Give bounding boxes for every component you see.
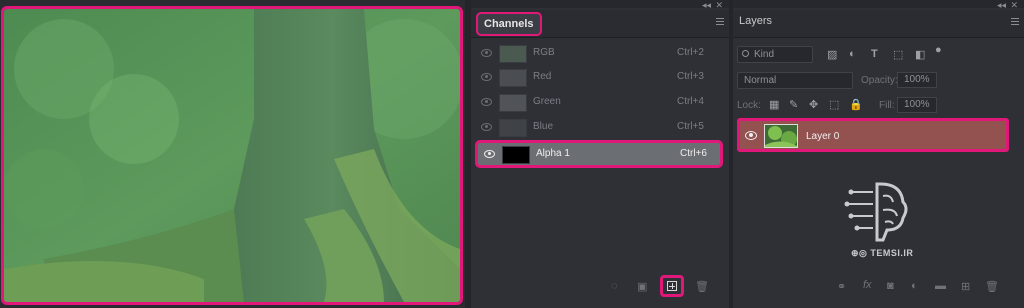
channel-row-alpha-1[interactable]: Alpha 1 Ctrl+6 — [475, 140, 723, 168]
layer-thumbnail — [764, 124, 798, 148]
layer-row-layer-0[interactable]: Layer 0 — [737, 118, 1009, 152]
panel-top-strip — [733, 0, 1024, 8]
channel-shortcut: Ctrl+4 — [677, 96, 704, 107]
channel-row-blue[interactable]: Blue Ctrl+5 — [475, 116, 723, 140]
channel-shortcut: Ctrl+6 — [680, 148, 707, 159]
channel-row-rgb[interactable]: RGB Ctrl+2 — [475, 42, 723, 66]
channel-name: Red — [533, 71, 552, 82]
channel-thumbnail — [499, 69, 527, 87]
filter-toggle-icon[interactable]: ● — [935, 44, 942, 56]
channel-name: Alpha 1 — [536, 148, 570, 159]
delete-channel-icon[interactable]: 🗑 — [695, 280, 709, 293]
channel-row-green[interactable]: Green Ctrl+4 — [475, 91, 723, 115]
tab-channels[interactable]: Channels — [476, 12, 542, 36]
lock-transparent-icon[interactable]: ▦ — [769, 98, 779, 111]
channel-shortcut: Ctrl+3 — [677, 71, 704, 82]
delete-icon[interactable]: 🗑 — [985, 280, 999, 293]
new-layer-icon[interactable]: ⊞ — [961, 280, 970, 293]
watermark-text: ⊕◎ TEMSI.IR — [851, 248, 914, 258]
smart-object-filter-icon[interactable]: ◧ — [915, 48, 925, 61]
lock-artboard-icon[interactable]: ⬚ — [829, 98, 839, 111]
channel-thumbnail — [499, 119, 527, 137]
channel-shortcut: Ctrl+2 — [677, 47, 704, 58]
lock-all-icon[interactable]: 🔒 — [849, 98, 863, 111]
channel-row-red[interactable]: Red Ctrl+3 — [475, 66, 723, 90]
group-icon[interactable]: ▬ — [935, 280, 946, 292]
visibility-eye-icon[interactable] — [481, 123, 492, 131]
layer-name: Layer 0 — [806, 131, 840, 142]
lock-image-icon[interactable]: ✎ — [789, 98, 798, 111]
channel-name: Green — [533, 96, 561, 107]
channel-shortcut: Ctrl+5 — [677, 121, 704, 132]
adjustment-icon[interactable]: ◐ — [911, 280, 918, 292]
layers-panel: ◂◂ ✕ Layers Kind ▨ ◐ T ⬚ ◧ ● Normal Opac… — [733, 0, 1024, 308]
adjustment-filter-icon[interactable]: ◐ — [849, 48, 856, 60]
search-icon — [742, 50, 749, 57]
pixel-filter-icon[interactable]: ▨ — [827, 48, 837, 61]
visibility-eye-icon[interactable] — [481, 98, 492, 106]
filter-kind-label: Kind — [754, 49, 775, 60]
layer-filter-kind[interactable]: Kind — [737, 46, 813, 63]
visibility-eye-icon[interactable] — [745, 131, 757, 140]
opacity-input[interactable]: 100% — [897, 72, 937, 88]
watermark-label: TEMSI.IR — [870, 248, 914, 258]
lock-label: Lock: — [737, 100, 761, 111]
fx-icon[interactable]: fx — [863, 279, 872, 291]
new-channel-icon — [667, 281, 677, 291]
mask-icon[interactable]: ◙ — [887, 280, 894, 292]
channel-thumbnail — [499, 94, 527, 112]
channel-thumbnail — [499, 45, 527, 63]
tab-layers[interactable]: Layers — [739, 15, 772, 27]
panel-menu-icon[interactable] — [1011, 18, 1019, 25]
load-selection-icon[interactable]: ◌ — [611, 280, 618, 292]
shape-filter-icon[interactable]: ⬚ — [893, 48, 903, 61]
brain-logo-icon — [844, 182, 908, 242]
visibility-eye-icon[interactable] — [481, 73, 492, 81]
visibility-eye-icon[interactable] — [481, 49, 492, 57]
fill-input[interactable]: 100% — [897, 97, 937, 113]
save-selection-icon[interactable]: ▣ — [637, 280, 647, 293]
canvas-image[interactable] — [1, 6, 463, 305]
channel-name: Blue — [533, 121, 554, 132]
channels-panel: ◂◂ ✕ Channels RGB Ctrl+2 Red Ctrl+3 Gree… — [471, 0, 729, 308]
photoshop-workspace: ◂◂ ✕ Channels RGB Ctrl+2 Red Ctrl+3 Gree… — [0, 0, 1024, 308]
blend-mode-select[interactable]: Normal — [737, 72, 853, 89]
link-icon[interactable]: ⚭ — [837, 280, 846, 293]
blend-mode-value: Normal — [744, 75, 777, 86]
visibility-eye-icon[interactable] — [484, 150, 495, 158]
document-canvas-area — [0, 0, 465, 308]
lock-position-icon[interactable]: ✥ — [809, 98, 818, 111]
type-filter-icon[interactable]: T — [871, 48, 878, 60]
channel-name: RGB — [533, 47, 555, 58]
opacity-label: Opacity: — [861, 75, 898, 86]
new-channel-button[interactable] — [660, 275, 684, 297]
fill-label: Fill: — [879, 100, 895, 111]
forest-tree-image — [4, 9, 460, 302]
panel-menu-icon[interactable] — [716, 18, 724, 25]
channels-tab-bar: Channels — [471, 10, 729, 38]
layer-thumbnail-image — [765, 125, 797, 147]
channel-thumbnail — [502, 146, 530, 164]
panel-top-strip — [471, 0, 729, 8]
layers-tab-bar: Layers — [733, 10, 1024, 38]
